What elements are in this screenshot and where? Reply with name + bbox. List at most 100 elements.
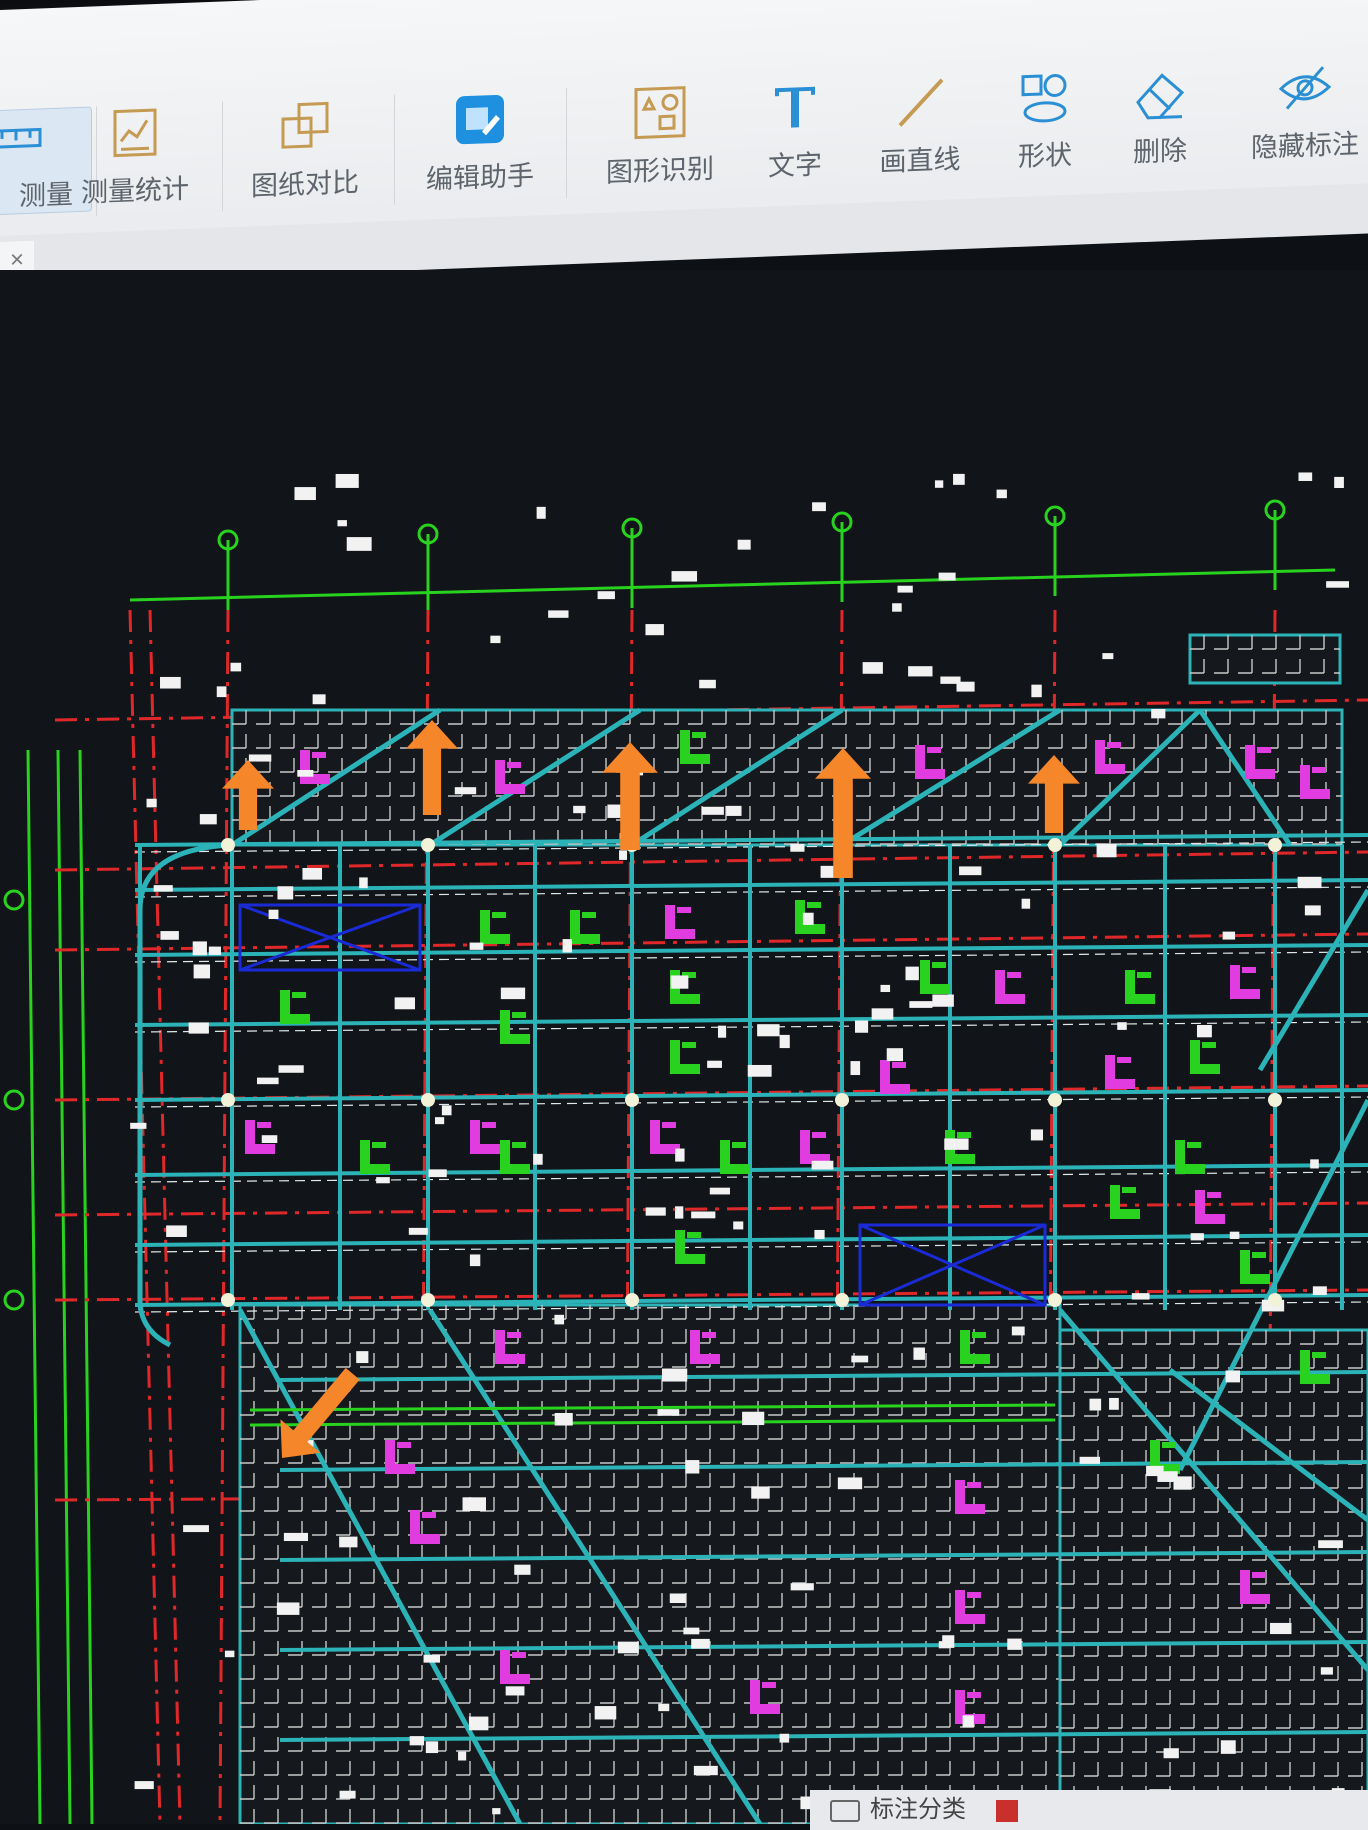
label-mark-detail xyxy=(762,1682,776,1688)
dimension-text-mark xyxy=(1298,472,1313,481)
dimension-text-mark xyxy=(779,1733,790,1743)
label-mark-detail xyxy=(582,912,596,918)
dimension-text-mark xyxy=(458,1751,467,1761)
tool-compare-drawings[interactable]: 图纸对比 xyxy=(230,95,380,204)
dimension-text-mark xyxy=(394,997,415,1010)
dimension-text-mark xyxy=(675,1206,684,1219)
dimension-text-mark xyxy=(573,805,586,814)
tool-hide-annotation[interactable]: 隐藏标注 xyxy=(1220,57,1368,167)
dimension-text-mark xyxy=(1102,653,1114,660)
tool-delete[interactable]: 删除 xyxy=(1085,63,1235,172)
dimension-text-mark xyxy=(469,1254,481,1267)
label-mark-detail xyxy=(932,962,946,968)
dimension-text-mark xyxy=(356,1351,369,1364)
dimension-text-mark xyxy=(1270,1622,1292,1635)
label-mark-detail xyxy=(512,1142,526,1148)
draw-line-icon xyxy=(898,78,944,127)
dimension-text-mark xyxy=(268,909,279,919)
label-mark-detail xyxy=(687,1232,701,1238)
dimension-text-mark xyxy=(1109,1397,1119,1410)
dimension-text-mark xyxy=(675,1148,685,1162)
dimension-text-mark xyxy=(1096,843,1117,858)
measure-stats-icon xyxy=(113,108,157,158)
dimension-text-mark xyxy=(619,850,628,860)
dimension-text-mark xyxy=(346,537,372,551)
shape-icon xyxy=(1021,73,1067,123)
dimension-text-mark xyxy=(1326,581,1349,588)
dimension-text-mark xyxy=(339,1790,356,1799)
dimension-text-mark xyxy=(339,1536,358,1548)
dimension-text-mark xyxy=(747,1064,772,1077)
left-dimension-line xyxy=(56,749,72,1824)
label-mark-detail xyxy=(972,1332,986,1338)
label-mark-detail xyxy=(257,1122,271,1128)
label-mark-detail xyxy=(662,1122,676,1128)
label-mark-detail xyxy=(927,747,941,753)
dimension-text-mark xyxy=(699,679,716,689)
dimension-text-mark xyxy=(335,473,359,488)
column-node xyxy=(1268,1293,1282,1307)
label-mark-detail xyxy=(1252,1252,1266,1258)
dimension-text-mark xyxy=(425,1741,439,1754)
dimension-text-mark xyxy=(1190,1233,1204,1241)
dimension-text-mark xyxy=(297,769,314,777)
tool-measure-stats[interactable]: 测量统计 xyxy=(60,102,210,211)
dimension-text-mark xyxy=(645,624,664,636)
dimension-text-mark xyxy=(944,1138,969,1150)
dimension-text-mark xyxy=(1151,709,1166,719)
dimension-text-mark xyxy=(1030,1129,1044,1141)
dimension-text-mark xyxy=(199,814,217,825)
dimension-text-mark xyxy=(691,1211,716,1219)
dimension-text-mark xyxy=(505,1686,525,1696)
tool-delete-label: 删除 xyxy=(1133,135,1187,168)
left-dimension-line xyxy=(78,749,94,1824)
dimension-text-mark xyxy=(276,1602,300,1615)
dimension-text-mark xyxy=(962,1715,974,1728)
tool-edit-assistant[interactable]: 编辑助手 xyxy=(405,89,555,198)
dimension-text-mark xyxy=(134,1781,154,1790)
cad-drawing[interactable] xyxy=(0,270,1368,1824)
column-node xyxy=(221,838,235,852)
dimension-text-mark xyxy=(337,520,347,527)
label-mark-detail xyxy=(482,1122,496,1128)
label-mark-detail xyxy=(807,902,821,908)
label-mark-detail xyxy=(372,1142,386,1148)
dimension-text-mark xyxy=(428,1169,447,1178)
dimension-text-mark xyxy=(996,489,1007,499)
dimension-text-mark xyxy=(1131,1293,1150,1300)
dimension-text-mark xyxy=(597,591,615,600)
edit-assistant-icon xyxy=(456,94,504,145)
dimension-text-mark xyxy=(469,942,484,950)
dimension-text-mark xyxy=(230,662,242,672)
dimension-text-mark xyxy=(441,1105,452,1116)
dimension-text-mark xyxy=(757,1024,780,1037)
dimension-text-mark xyxy=(302,867,323,880)
dimension-text-mark xyxy=(146,798,157,808)
axis-bubble xyxy=(3,889,25,911)
toolbar-divider xyxy=(394,94,395,205)
dimension-text-mark xyxy=(1318,1540,1343,1549)
label-mark-detail xyxy=(1187,1142,1201,1148)
dimension-text-mark xyxy=(1220,1740,1236,1754)
drawing-canvas[interactable] xyxy=(0,270,1368,1824)
dimension-text-mark xyxy=(409,1736,425,1746)
dimension-text-mark xyxy=(462,1497,486,1512)
dimension-line xyxy=(129,568,1336,602)
tool-shape-recognition[interactable]: 图形识别 xyxy=(585,82,735,191)
dimension-text-mark xyxy=(790,843,805,852)
dimension-text-mark xyxy=(871,1008,894,1020)
label-mark-detail xyxy=(1107,742,1121,748)
dimension-text-mark xyxy=(850,1061,861,1076)
label-mark-detail xyxy=(1312,1352,1326,1358)
label-mark-detail xyxy=(967,1692,981,1698)
label-mark-detail xyxy=(1122,1187,1136,1193)
dimension-text-mark xyxy=(277,886,294,900)
dimension-text-mark xyxy=(607,804,622,818)
annotation-category-panel[interactable]: 标注分类 xyxy=(810,1790,1368,1830)
dimension-text-mark xyxy=(454,787,477,795)
axis-line-horizontal xyxy=(54,850,1368,872)
tool-measure-stats-label: 测量统计 xyxy=(81,173,189,208)
dimension-text-mark xyxy=(812,502,826,512)
axis-bubble xyxy=(3,1289,25,1311)
dimension-text-mark xyxy=(862,662,883,674)
